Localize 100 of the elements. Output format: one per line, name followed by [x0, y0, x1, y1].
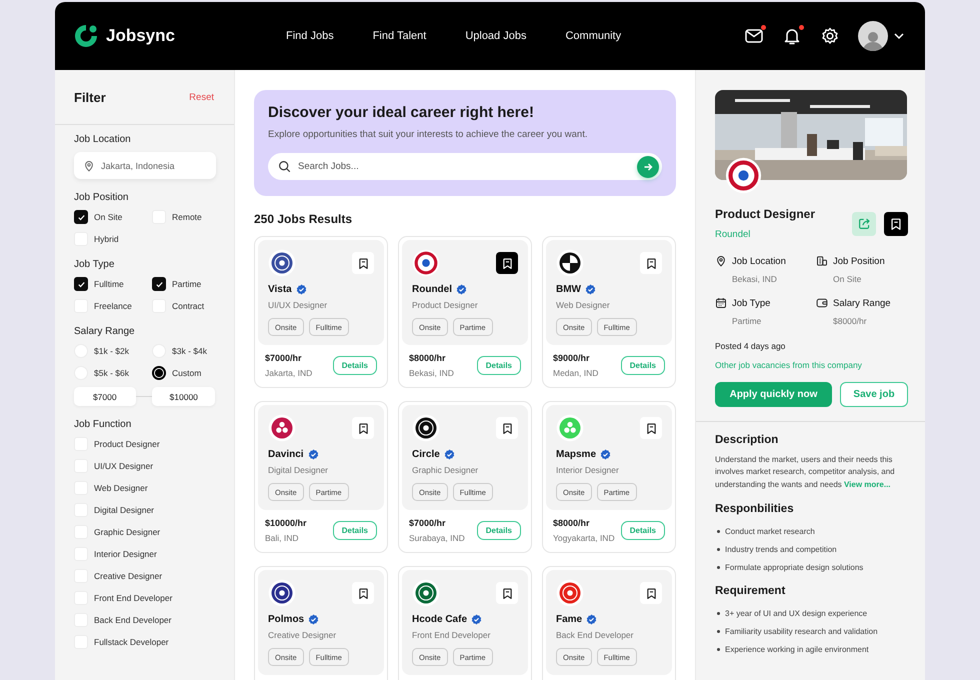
- reset-link[interactable]: Reset: [189, 92, 214, 102]
- option-label: Fulltime: [94, 279, 124, 289]
- bookmark-button[interactable]: [640, 252, 662, 274]
- company-name: Fame: [556, 614, 582, 625]
- check-icon: [76, 212, 86, 222]
- bookmark-button[interactable]: [640, 582, 662, 604]
- job-role: Interior Designer: [556, 465, 620, 475]
- nav-link[interactable]: Find Talent: [372, 30, 426, 42]
- fact-label: Salary Range: [833, 298, 891, 308]
- location-field[interactable]: Jakarta, Indonesia: [74, 152, 216, 179]
- bookmark-icon: [644, 586, 658, 600]
- logo-icon: [73, 23, 99, 49]
- nav-link[interactable]: Upload Jobs: [465, 30, 526, 42]
- job-role: Web Designer: [556, 300, 611, 310]
- job-role: UI/UX Designer: [268, 300, 328, 310]
- salary: $10000/hr: [265, 518, 307, 528]
- min-salary-field[interactable]: $7000: [74, 387, 136, 406]
- option-label: UI/UX Designer: [94, 461, 154, 471]
- filter-title: Filter: [74, 90, 106, 104]
- arrow-right-icon: [643, 162, 653, 172]
- salary: $7000/hr: [265, 353, 303, 363]
- option-label: Digital Designer: [94, 505, 154, 515]
- company-name: Vista: [268, 284, 292, 295]
- check-icon: [154, 280, 164, 288]
- bullet-icon: [717, 612, 720, 616]
- location-pin-icon: [715, 255, 727, 267]
- hero-subtitle: Explore opportunities that suit your interests to achieve the career you want.: [268, 129, 588, 140]
- section-label: Job Function: [74, 419, 132, 430]
- bookmark-icon: [644, 422, 658, 434]
- option-label: Graphic Designer: [94, 527, 160, 537]
- bookmark-button[interactable]: [352, 252, 374, 274]
- checkbox[interactable]: [74, 210, 88, 224]
- fact-value: Bekasi, IND: [732, 274, 778, 284]
- job-location: Yogyakarta, IND: [553, 533, 615, 543]
- bullet-icon: [717, 630, 720, 634]
- checkbox[interactable]: [152, 277, 166, 291]
- calendar-icon: [715, 297, 727, 309]
- check-icon: [76, 280, 86, 288]
- wallet-icon: [816, 297, 828, 309]
- bullet-icon: [717, 548, 720, 552]
- option-label: $1k - $2k: [94, 346, 129, 356]
- job-location: Bekasi, IND: [409, 368, 454, 378]
- section-title: Responbilities: [715, 502, 795, 515]
- search-button[interactable]: [637, 156, 659, 178]
- job-role: Creative Designer: [268, 630, 338, 640]
- nav-link[interactable]: Find Jobs: [286, 30, 334, 42]
- salary: $7000/hr: [409, 518, 447, 528]
- search-icon: [278, 160, 291, 173]
- avatar[interactable]: [858, 21, 888, 51]
- section-label: Job Position: [74, 192, 130, 203]
- company-name: Polmos: [268, 614, 304, 625]
- bookmark-button[interactable]: [496, 417, 518, 439]
- job-title: Product Designer: [715, 207, 816, 221]
- bookmark-button[interactable]: [496, 252, 518, 274]
- bookmark-button[interactable]: [884, 212, 908, 236]
- fact-value: On Site: [833, 274, 862, 284]
- bookmark-icon: [500, 586, 514, 600]
- nav-link[interactable]: Community: [565, 30, 622, 42]
- company-name: Roundel: [412, 284, 452, 295]
- option-label: Creative Designer: [94, 571, 162, 581]
- pin-icon: [83, 160, 95, 172]
- checkbox[interactable]: [74, 277, 88, 291]
- section-label: Salary Range: [74, 326, 136, 337]
- company-name: Hcode Cafe: [412, 614, 468, 625]
- option-label: Product Designer: [94, 439, 160, 449]
- max-salary-field[interactable]: $10000: [152, 387, 215, 406]
- bookmark-icon: [356, 586, 370, 600]
- option-label: Web Designer: [94, 483, 148, 493]
- option-label: Front End Developer: [94, 593, 172, 603]
- hero-title: Discover your ideal career right here!: [268, 104, 535, 121]
- salary: $9000/hr: [553, 353, 591, 363]
- bookmark-button[interactable]: [352, 582, 374, 604]
- search-input[interactable]: Search Jobs...: [298, 161, 630, 172]
- list-item: Industry trends and competition: [725, 545, 837, 554]
- settings-icon[interactable]: [820, 26, 840, 46]
- bookmark-button[interactable]: [496, 582, 518, 604]
- radio-button[interactable]: [152, 366, 166, 380]
- list-item: Experience working in agile environment: [725, 645, 869, 654]
- section-title: Description: [715, 434, 780, 446]
- list-item: 3+ year of UI and UX design experience: [725, 609, 868, 618]
- building-icon: [816, 255, 828, 267]
- option-label: Partime: [172, 279, 202, 289]
- bookmark-icon: [644, 256, 658, 270]
- location-input[interactable]: Jakarta, Indonesia: [101, 160, 201, 170]
- job-role: Back End Developer: [556, 630, 634, 640]
- company-name: Davinci: [268, 449, 304, 460]
- bookmark-button[interactable]: [352, 417, 374, 439]
- brand-name: Jobsync: [106, 26, 175, 46]
- bookmark-icon: [356, 256, 370, 270]
- option-label: Remote: [172, 212, 202, 222]
- search-field[interactable]: Search Jobs...: [268, 153, 662, 180]
- salary: $8000/hr: [553, 518, 591, 528]
- list-item: Conduct market research: [725, 527, 815, 536]
- description-text: Understand the market, users and their needs this involves market research, competitor analysis, and understanding the wants and needs View more...: [715, 454, 896, 491]
- bookmark-icon: [356, 422, 370, 434]
- share-icon: [858, 217, 870, 230]
- bookmark-button[interactable]: [640, 417, 662, 439]
- fact-value: $8000/hr: [833, 316, 868, 326]
- fact-label: Job Type: [732, 298, 770, 308]
- share-button[interactable]: [852, 212, 876, 236]
